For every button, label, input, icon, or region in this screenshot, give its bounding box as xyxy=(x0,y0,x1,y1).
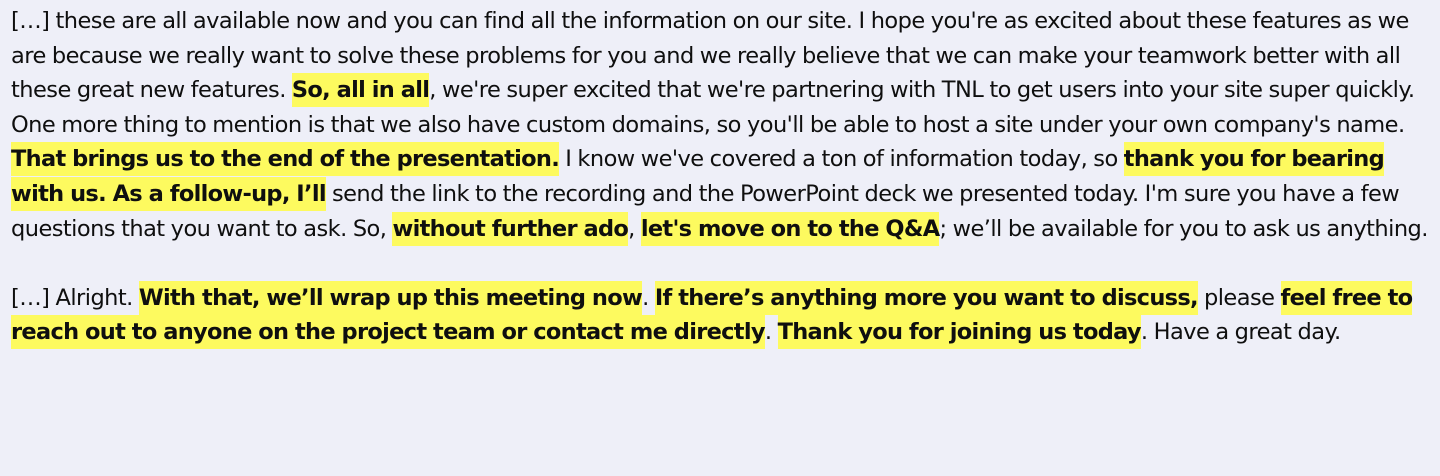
highlighted-phrase: let's move on to the Q&A xyxy=(640,211,940,246)
plain-text: , xyxy=(628,215,641,242)
plain-text: […] Alright. xyxy=(11,284,139,311)
plain-text: . xyxy=(764,319,778,346)
highlighted-phrase: If there’s anything more you want to dis… xyxy=(654,280,1199,315)
plain-text: . Have a great day. xyxy=(1140,319,1341,346)
highlighted-phrase: without further ado xyxy=(392,211,629,246)
plain-text: . xyxy=(642,284,655,311)
transcript-document: […] these are all available now and you … xyxy=(0,0,1440,476)
highlighted-phrase: Thank you for joining us today xyxy=(777,315,1142,350)
highlighted-phrase: That brings us to the end of the present… xyxy=(11,142,560,177)
highlighted-phrase: So, all in all xyxy=(291,73,430,108)
transcript-paragraph-1: […] these are all available now and you … xyxy=(11,4,1432,246)
highlighted-phrase: With that, we’ll wrap up this meeting no… xyxy=(138,280,643,315)
plain-text: please xyxy=(1197,284,1281,311)
plain-text: I know we've covered a ton of informatio… xyxy=(559,146,1124,173)
transcript-paragraph-2: […] Alright. With that, we’ll wrap up th… xyxy=(11,280,1432,350)
plain-text: ; we’ll be available for you to ask us a… xyxy=(939,215,1428,242)
